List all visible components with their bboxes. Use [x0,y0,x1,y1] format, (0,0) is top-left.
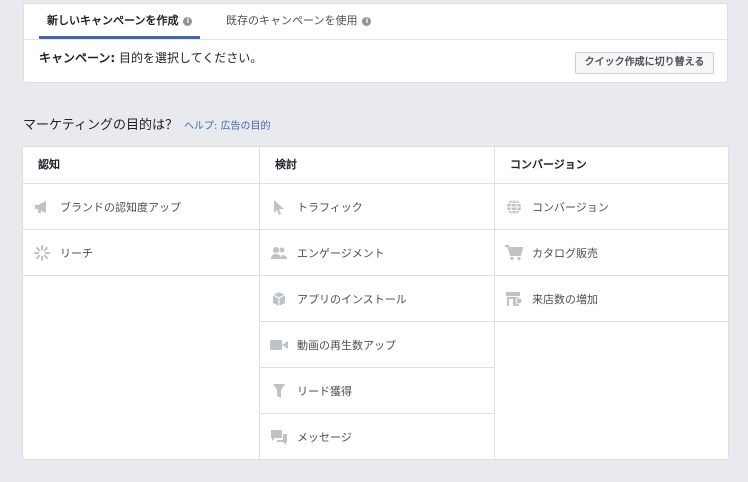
objective-reach[interactable]: リーチ [23,230,259,276]
column-header: 認知 [23,147,259,184]
objective-label: エンゲージメント [297,246,385,260]
tab-use-existing-campaign[interactable]: 既存のキャンペーンを使用 i [226,4,372,39]
info-icon[interactable]: i [183,16,193,26]
column-consideration: 検討 トラフィック エンゲージメント アプリのインストール 動画の再生数アップ [259,147,495,459]
objective-catalog-sales[interactable]: カタログ販売 [495,230,729,276]
objective-label: 動画の再生数アップ [297,338,396,352]
tab-label: 既存のキャンペーンを使用 [226,14,358,27]
objective-label: トラフィック [297,200,363,214]
objective-store-traffic[interactable]: 来店数の増加 [495,276,729,322]
tab-label: 新しいキャンペーンを作成 [47,14,179,27]
globe-icon [505,198,523,216]
people-icon [270,244,288,262]
objective-engagement[interactable]: エンゲージメント [260,230,495,276]
column-header: 検討 [260,147,495,184]
objective-label: リード獲得 [297,384,352,398]
objective-label: リーチ [60,246,93,260]
objective-app-installs[interactable]: アプリのインストール [260,276,495,322]
campaign-card: 新しいキャンペーンを作成 i 既存のキャンペーンを使用 i キャンペーン: 目的を選… [23,3,728,83]
campaign-instruction: 目的を選択してください。 [119,51,263,65]
objective-conversions[interactable]: コンバージョン [495,184,729,230]
objective-grid: 認知 ブランドの認知度アップ リーチ 検討 トラフィック エンゲージメント アプ… [22,146,729,460]
megaphone-icon [33,198,51,216]
funnel-icon [270,382,288,400]
campaign-label: キャンペーン: [39,51,116,65]
help-link[interactable]: ヘルプ: 広告の目的 [184,121,271,132]
objective-label: ブランドの認知度アップ [60,200,181,214]
objective-brand-awareness[interactable]: ブランドの認知度アップ [23,184,259,230]
tab-create-new-campaign[interactable]: 新しいキャンペーンを作成 i [39,4,200,39]
objective-messages[interactable]: メッセージ [260,414,495,460]
objective-label: 来店数の増加 [532,292,598,306]
chat-bubbles-icon [270,428,288,446]
objective-label: メッセージ [297,431,352,444]
objective-lead-generation[interactable]: リード獲得 [260,368,495,414]
objective-label: アプリのインストール [297,292,407,306]
video-camera-icon [270,336,288,354]
reach-icon [33,244,51,262]
store-icon [505,290,523,308]
objective-label: コンバージョン [532,200,609,214]
objective-question-text: マーケティングの目的は？ [23,118,178,133]
quick-create-button[interactable]: クイック作成に切り替える [575,52,714,74]
objective-label: カタログ販売 [532,246,598,260]
objective-question: マーケティングの目的は？ ヘルプ: 広告の目的 [23,114,271,133]
box-icon [270,290,288,308]
column-header: コンバージョン [495,147,729,184]
column-conversion: コンバージョン コンバージョン カタログ販売 来店数の増加 [494,147,729,459]
tab-bar: 新しいキャンペーンを作成 i 既存のキャンペーンを使用 i [24,4,727,40]
campaign-status: キャンペーン: 目的を選択してください。 [39,49,262,66]
info-icon[interactable]: i [362,16,372,26]
shopping-cart-icon [505,244,523,262]
objective-traffic[interactable]: トラフィック [260,184,495,230]
objective-video-views[interactable]: 動画の再生数アップ [260,322,495,368]
column-awareness: 認知 ブランドの認知度アップ リーチ [23,147,259,459]
cursor-icon [270,198,288,216]
